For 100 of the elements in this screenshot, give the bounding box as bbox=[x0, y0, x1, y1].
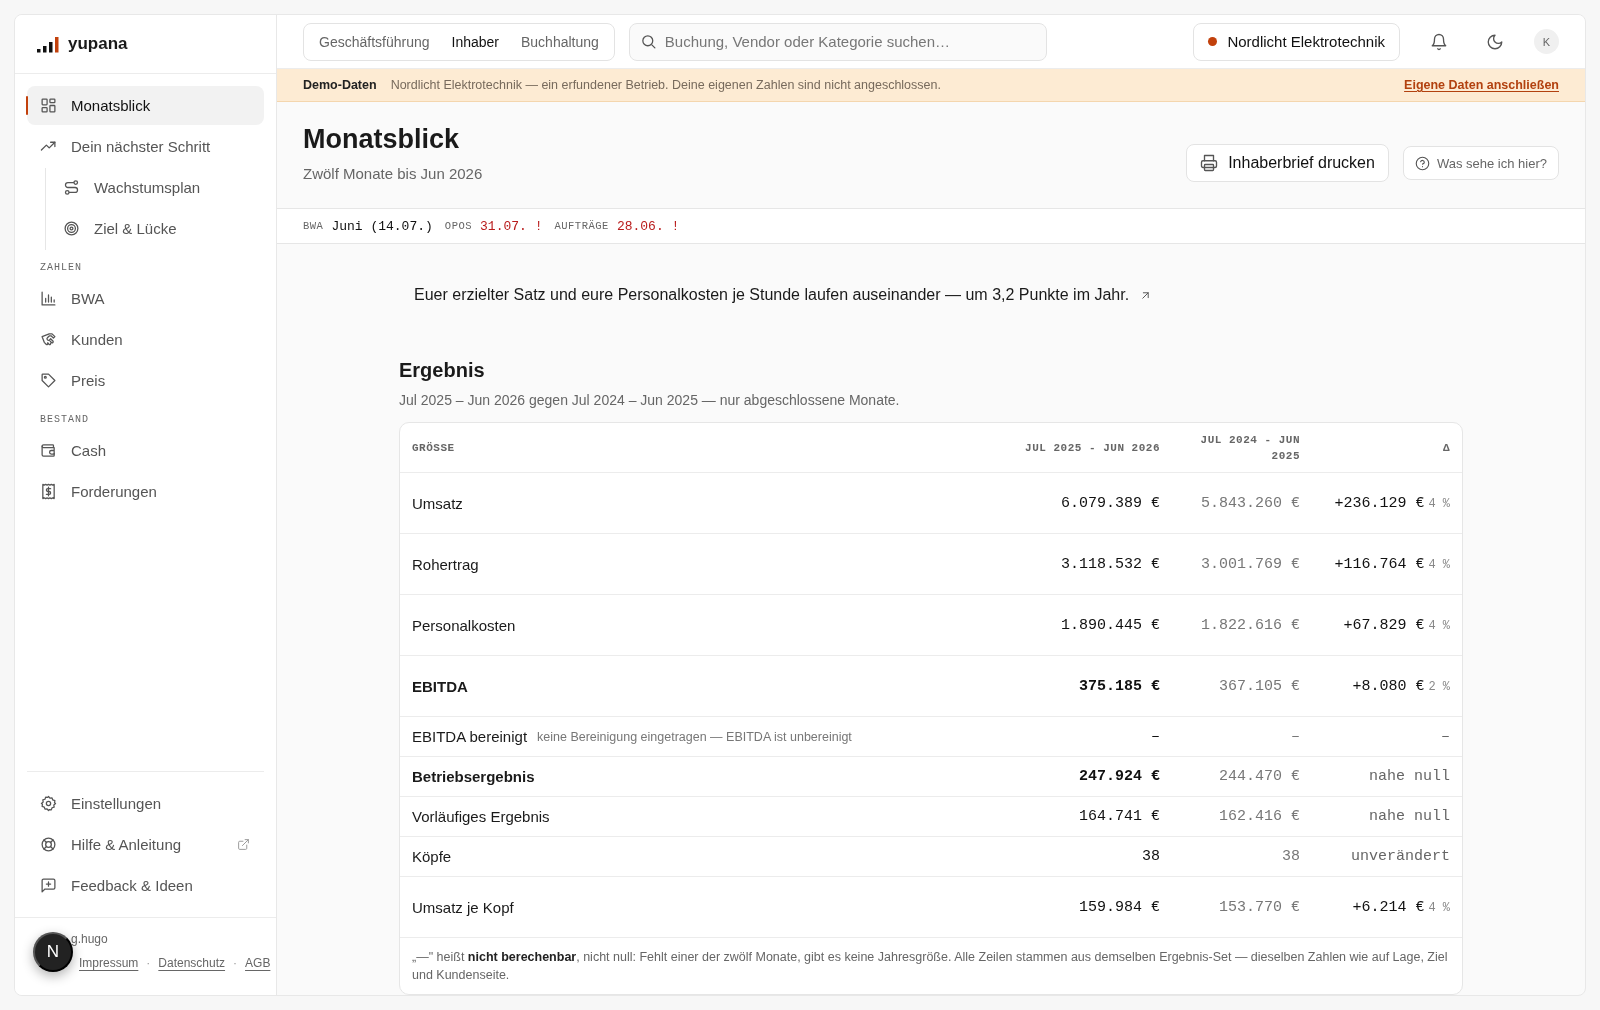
target-icon bbox=[63, 220, 80, 237]
credit-text: g.hugo bbox=[70, 932, 109, 946]
table-cell-text: 247.924 € bbox=[1078, 768, 1161, 785]
receipt-icon bbox=[40, 483, 57, 500]
tab[interactable]: Geschäftsführung bbox=[310, 26, 439, 57]
row-label: EBITDA bbox=[412, 677, 468, 695]
status-value: 28.06. ! bbox=[616, 218, 680, 234]
table-cell-text: 1.890.445 € bbox=[1059, 616, 1161, 634]
table-cell-text: 159.984 € bbox=[1078, 898, 1161, 916]
logo-icon bbox=[36, 34, 60, 54]
nav-item[interactable]: Dein nächster Schritt bbox=[27, 127, 264, 166]
table-cell: unverändert bbox=[1350, 848, 1450, 865]
column-header: JUL 2024 - JUN 2025 bbox=[1199, 433, 1301, 464]
settings-icon bbox=[40, 795, 57, 812]
table-cell-text: – bbox=[1150, 728, 1161, 745]
printer-icon bbox=[1200, 154, 1219, 173]
column-header: Δ bbox=[1441, 441, 1451, 456]
section-heading: ZAHLEN bbox=[39, 261, 83, 275]
row-label: Köpfe bbox=[412, 848, 452, 865]
column-header: JUL 2025 - JUN 2026 bbox=[1024, 441, 1161, 456]
status-value: Juni (14.07.) bbox=[331, 218, 433, 234]
table-cell: +236.129 € bbox=[1334, 494, 1425, 512]
row-label: Rohertrag bbox=[412, 555, 479, 573]
nav-item[interactable]: Wachstumsplan bbox=[50, 168, 264, 207]
nav-item[interactable]: Einstellungen bbox=[27, 784, 264, 823]
table-cell-text: 38 bbox=[1141, 848, 1161, 865]
help-icon bbox=[1414, 155, 1430, 171]
percent-change: 4 % bbox=[1428, 496, 1450, 511]
page-subtitle: Zwölf Monate bis Jun 2026 bbox=[303, 165, 483, 183]
table-cell-text: 3.001.769 € bbox=[1199, 555, 1301, 573]
table-cell-text: 3.118.532 € bbox=[1059, 555, 1161, 573]
row-label: Personalkosten bbox=[412, 616, 516, 634]
nav-item[interactable]: Preis bbox=[27, 361, 264, 400]
table-cell-text: 375.185 € bbox=[1078, 677, 1161, 695]
footer-link[interactable]: Datenschutz bbox=[158, 956, 226, 970]
table-cell: +116.764 € bbox=[1334, 555, 1425, 573]
table-cell: +67.829 € bbox=[1343, 616, 1425, 634]
table-cell-text: 164.741 € bbox=[1078, 808, 1161, 825]
table-cell: nahe null bbox=[1369, 768, 1450, 785]
section-title: Ergebnis bbox=[399, 359, 486, 382]
banner-text: Nordlicht Elektrotechnik — ein erfundener Betrieb. Deine eigenen Zahlen sind nicht angeschlossen. bbox=[390, 78, 941, 93]
tag-icon bbox=[40, 372, 57, 389]
table-cell-text: 6.079.389 € bbox=[1059, 494, 1161, 512]
nav-item[interactable]: BWA bbox=[27, 279, 264, 318]
nav-item[interactable]: Forderungen bbox=[27, 472, 264, 511]
handshake-icon bbox=[40, 331, 57, 348]
row-label: EBITDA bereinigt bbox=[412, 728, 528, 745]
percent-change: 4 % bbox=[1428, 900, 1450, 915]
nav-item[interactable]: Monatsblick bbox=[27, 86, 264, 125]
help-button[interactable]: Was sehe ich hier? bbox=[1402, 146, 1559, 181]
column-header: GRÖSSE bbox=[411, 441, 456, 456]
table-cell-text: 153.770 € bbox=[1218, 898, 1301, 916]
table-cell: +8.080 € bbox=[1352, 677, 1425, 695]
table-cell: nahe null bbox=[1369, 808, 1450, 825]
connect-link[interactable]: Eigene Daten anschließen bbox=[1404, 78, 1559, 93]
tab[interactable]: Buchhaltung bbox=[512, 26, 608, 57]
dashboard-icon bbox=[40, 97, 57, 114]
separator-dot: · bbox=[233, 956, 238, 970]
insight-text: Euer erzielter Satz und eure Personalkosten je Stunde laufen auseinander — um 3,2 Punkte im Jahr. bbox=[414, 286, 1130, 304]
separator-dot: · bbox=[146, 956, 151, 970]
row-label: Umsatz bbox=[412, 494, 463, 512]
nav-item[interactable]: Ziel & Lücke bbox=[50, 209, 264, 248]
moon-icon bbox=[1486, 32, 1504, 51]
row-note: keine Bereinigung eingetragen — EBITDA ist unbereinigt bbox=[537, 729, 852, 744]
status-value: 31.07. ! bbox=[480, 218, 543, 234]
nav-item[interactable]: Hilfe & Anleitung bbox=[27, 825, 264, 864]
status-label: BWA bbox=[303, 220, 324, 233]
table-cell: – bbox=[1441, 728, 1450, 745]
banner-label: Demo-Daten bbox=[303, 78, 377, 93]
table-cell-text: 367.105 € bbox=[1218, 677, 1301, 695]
search-field[interactable]: Buchung, Vendor oder Kategorie suchen… bbox=[628, 22, 1047, 61]
table-cell: +6.214 € bbox=[1352, 898, 1425, 916]
section-heading: BESTAND bbox=[39, 413, 90, 427]
row-label: Betriebsergebnis bbox=[412, 768, 535, 785]
footer-link[interactable]: AGB bbox=[245, 956, 271, 970]
wallet-icon bbox=[40, 442, 57, 459]
footer-link[interactable]: Impressum bbox=[79, 956, 139, 970]
table-cell-text: 1.822.616 € bbox=[1199, 616, 1301, 634]
route-icon bbox=[63, 179, 80, 196]
table-cell-text: 162.416 € bbox=[1218, 808, 1301, 825]
table-cell-text: – bbox=[1290, 728, 1301, 745]
status-label: OPOS bbox=[444, 220, 473, 233]
bell-icon bbox=[1430, 32, 1448, 51]
percent-change: 4 % bbox=[1428, 557, 1450, 572]
external-link-icon bbox=[237, 838, 250, 851]
table-cell-text: 244.470 € bbox=[1218, 768, 1301, 785]
avatar[interactable]: K bbox=[1534, 29, 1559, 55]
percent-change: 2 % bbox=[1428, 679, 1450, 694]
nav-item[interactable]: Cash bbox=[27, 431, 264, 470]
nav-item[interactable]: Feedback & Ideen bbox=[27, 866, 264, 905]
nav-item[interactable]: Kunden bbox=[27, 320, 264, 359]
row-label: Vorläufiges Ergebnis bbox=[412, 808, 550, 825]
company-selector[interactable]: Nordlicht Elektrotechnik bbox=[1193, 22, 1400, 61]
status-label: AUFTRÄGE bbox=[554, 220, 609, 233]
page-title: Monatsblick bbox=[303, 124, 461, 156]
section-subtitle: Jul 2025 – Jun 2026 gegen Jul 2024 – Jun 2025 — nur abgeschlossene Monate. bbox=[399, 392, 901, 408]
row-label: Umsatz je Kopf bbox=[412, 898, 514, 916]
brand-name: yupana bbox=[68, 34, 128, 54]
table-cell-text: 5.843.260 € bbox=[1199, 494, 1301, 512]
print-button[interactable]: Inhaberbrief drucken bbox=[1186, 144, 1389, 183]
